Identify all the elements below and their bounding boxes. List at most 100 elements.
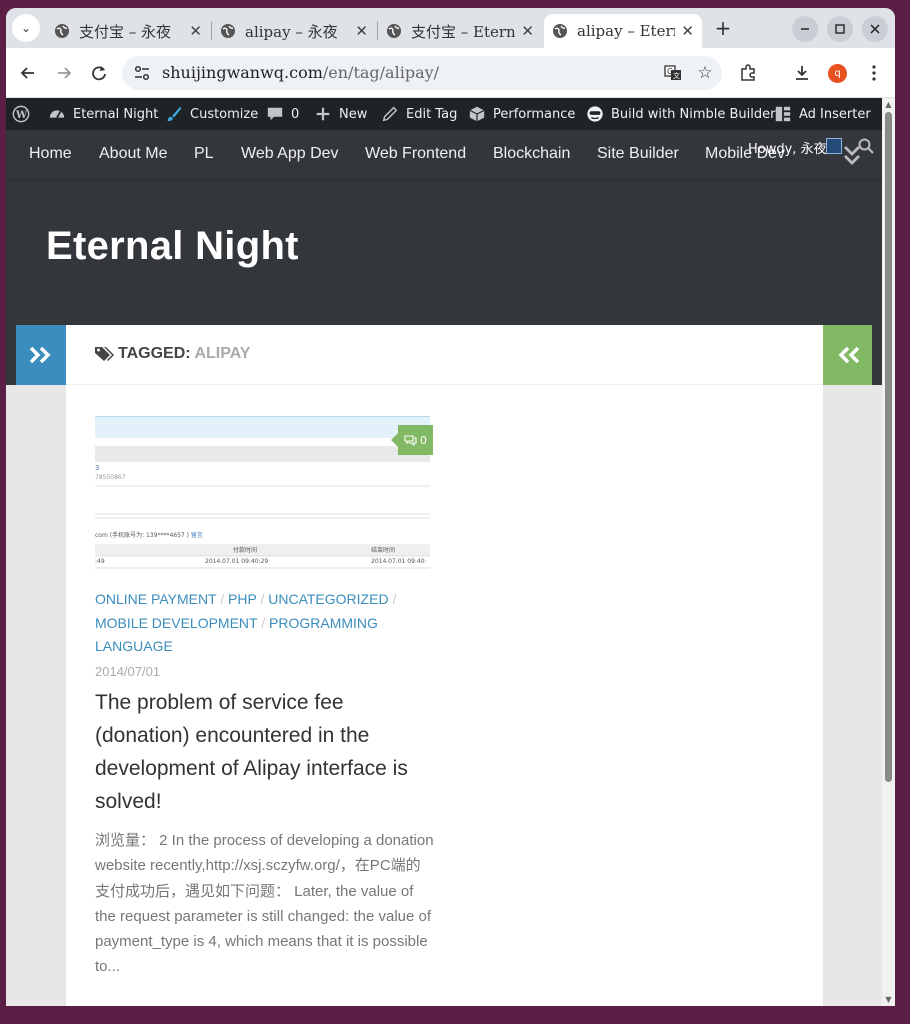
- comment-count-badge[interactable]: 0: [391, 425, 433, 455]
- translate-icon[interactable]: G文: [662, 62, 684, 84]
- page-scrollbar[interactable]: ▲ ▼: [882, 98, 895, 1006]
- profile-avatar[interactable]: q: [828, 64, 847, 83]
- header-edge-left: [6, 325, 16, 385]
- reload-button[interactable]: [87, 61, 111, 85]
- category-link[interactable]: Mobile Development: [95, 615, 257, 631]
- search-icon[interactable]: [858, 138, 874, 154]
- scroll-down-icon[interactable]: ▼: [884, 995, 893, 1004]
- performance-box-icon: [469, 106, 485, 122]
- thumb-text-2: 78550867: [95, 474, 126, 481]
- adminbar-customize-label: Customize: [190, 106, 259, 122]
- adminbar-comments[interactable]: 0: [266, 98, 299, 130]
- tab-3[interactable]: 支付宝 – Eternal Night ✕: [378, 14, 542, 48]
- tagged-prefix: TAGGED:: [118, 345, 191, 362]
- globe-icon: [387, 24, 401, 38]
- forward-button[interactable]: [52, 61, 76, 85]
- site-header: Eternal Night: [6, 180, 882, 325]
- adminbar-nimble-builder[interactable]: Build with Nimble Builder: [586, 98, 775, 130]
- close-window-button[interactable]: [862, 16, 888, 42]
- site-title[interactable]: Eternal Night: [46, 224, 299, 269]
- adminbar-new[interactable]: New: [314, 98, 367, 130]
- comment-count: 0: [420, 433, 427, 447]
- tagged-term: ALIPAY: [194, 345, 251, 362]
- thumb-text-3: com (手机账号为: 139****4657 ) 留言: [95, 530, 203, 539]
- adminbar-site-label: Eternal Night: [73, 106, 159, 122]
- nav-home[interactable]: Home: [29, 145, 72, 163]
- post-excerpt: 浏览量： 2 In the process of developing a do…: [95, 832, 434, 976]
- close-icon[interactable]: ✕: [355, 22, 368, 40]
- double-chevron-right-icon: [29, 346, 51, 364]
- nav-web-app-dev[interactable]: Web App Dev: [241, 145, 339, 163]
- wordpress-icon: W: [12, 105, 30, 123]
- post-categories: Online Payment / PHP / Uncategorized / M…: [95, 588, 415, 659]
- tab-title: alipay – Eternal Night: [577, 22, 675, 40]
- close-icon[interactable]: ✕: [521, 22, 534, 40]
- site-navigation: Home About Me PL Web App Dev Web Fronten…: [6, 130, 882, 180]
- adminbar-performance[interactable]: Performance: [468, 98, 575, 130]
- avatar[interactable]: [826, 138, 842, 154]
- thumb-text-1: 3: [95, 464, 100, 472]
- thumb-col-2: 结束时间: [371, 547, 396, 554]
- sidebar-toggle-right[interactable]: [823, 325, 872, 385]
- nav-pl[interactable]: PL: [194, 145, 214, 163]
- extensions-icon[interactable]: [736, 61, 760, 85]
- maximize-button[interactable]: [827, 16, 853, 42]
- adminbar-edit-tag-label: Edit Tag: [406, 106, 458, 122]
- plus-icon: [316, 107, 330, 121]
- ad-inserter-icon: [775, 106, 791, 122]
- scrollbar-thumb[interactable]: [885, 112, 892, 782]
- wp-logo-button[interactable]: W: [12, 98, 37, 130]
- sidebar-toggle-left[interactable]: [16, 325, 66, 385]
- category-link[interactable]: Online Payment: [95, 591, 216, 607]
- globe-icon: [221, 24, 235, 38]
- tab-2[interactable]: alipay – 永夜 ✕: [212, 14, 376, 48]
- site-settings-icon[interactable]: [134, 65, 150, 81]
- browser-toolbar: shuijingwanwq.com/en/tag/alipay/ G文 ☆ q: [6, 48, 895, 98]
- download-icon[interactable]: [790, 61, 814, 85]
- thumb-row-a: :49: [95, 558, 105, 565]
- address-bar[interactable]: shuijingwanwq.com/en/tag/alipay/ G文 ☆: [122, 56, 722, 90]
- bookmark-star-icon[interactable]: ☆: [694, 62, 716, 84]
- globe-icon: [553, 24, 567, 38]
- maximize-icon: [835, 24, 845, 34]
- thumb-link: 留言: [190, 532, 203, 539]
- adminbar-site-name[interactable]: Eternal Night: [48, 98, 158, 130]
- nav-blockchain[interactable]: Blockchain: [493, 145, 570, 163]
- page-heading: TAGGED: ALIPAY: [66, 325, 823, 385]
- wp-admin-bar: W Eternal Night Customize 0 New Edit Tag: [6, 98, 882, 130]
- scroll-up-icon[interactable]: ▲: [884, 100, 893, 109]
- nav-web-frontend[interactable]: Web Frontend: [365, 145, 466, 163]
- minimize-button[interactable]: [792, 16, 818, 42]
- tab-search-button[interactable]: ⌄: [12, 14, 40, 42]
- adminbar-ad-inserter-label: Ad Inserter: [799, 106, 871, 122]
- nav-about-me[interactable]: About Me: [99, 145, 167, 163]
- category-separator: /: [256, 591, 269, 607]
- adminbar-ad-inserter[interactable]: Ad Inserter: [774, 98, 871, 130]
- tab-title: 支付宝 – 永夜: [79, 22, 172, 41]
- thumb-row-c: 2014.07.01 09:40:: [371, 558, 427, 565]
- post-title[interactable]: The problem of service fee (donation) en…: [95, 686, 435, 818]
- adminbar-customize[interactable]: Customize: [165, 98, 258, 130]
- adminbar-edit-tag[interactable]: Edit Tag: [381, 98, 457, 130]
- menu-kebab-icon[interactable]: [862, 61, 886, 85]
- url-text[interactable]: shuijingwanwq.com/en/tag/alipay/: [162, 63, 439, 82]
- header-edge-right: [872, 325, 882, 385]
- thumb-account: com (手机账号为: 139****4657 ): [95, 532, 189, 539]
- svg-text:文: 文: [673, 71, 680, 80]
- new-tab-button[interactable]: +: [712, 17, 734, 39]
- category-link[interactable]: Uncategorized: [268, 591, 388, 607]
- nav-site-builder[interactable]: Site Builder: [597, 145, 679, 163]
- svg-text:W: W: [15, 110, 28, 121]
- arrow-right-icon: [58, 67, 72, 79]
- close-icon[interactable]: ✕: [681, 22, 694, 40]
- tab-1[interactable]: 支付宝 – 永夜 ✕: [46, 14, 210, 48]
- tab-4-active[interactable]: alipay – Eternal Night ✕: [544, 14, 702, 48]
- close-icon[interactable]: ✕: [189, 22, 202, 40]
- category-link[interactable]: PHP: [228, 591, 257, 607]
- back-button[interactable]: [16, 61, 40, 85]
- globe-icon: [55, 24, 69, 38]
- adminbar-nimble-label: Build with Nimble Builder: [611, 106, 776, 122]
- post-thumbnail[interactable]: 3 78550867 com (手机账号为: 139****4657 ) 留言 …: [95, 416, 430, 569]
- nimble-builder-icon: [587, 106, 603, 122]
- adminbar-howdy[interactable]: Howdy, 永夜: [748, 138, 827, 157]
